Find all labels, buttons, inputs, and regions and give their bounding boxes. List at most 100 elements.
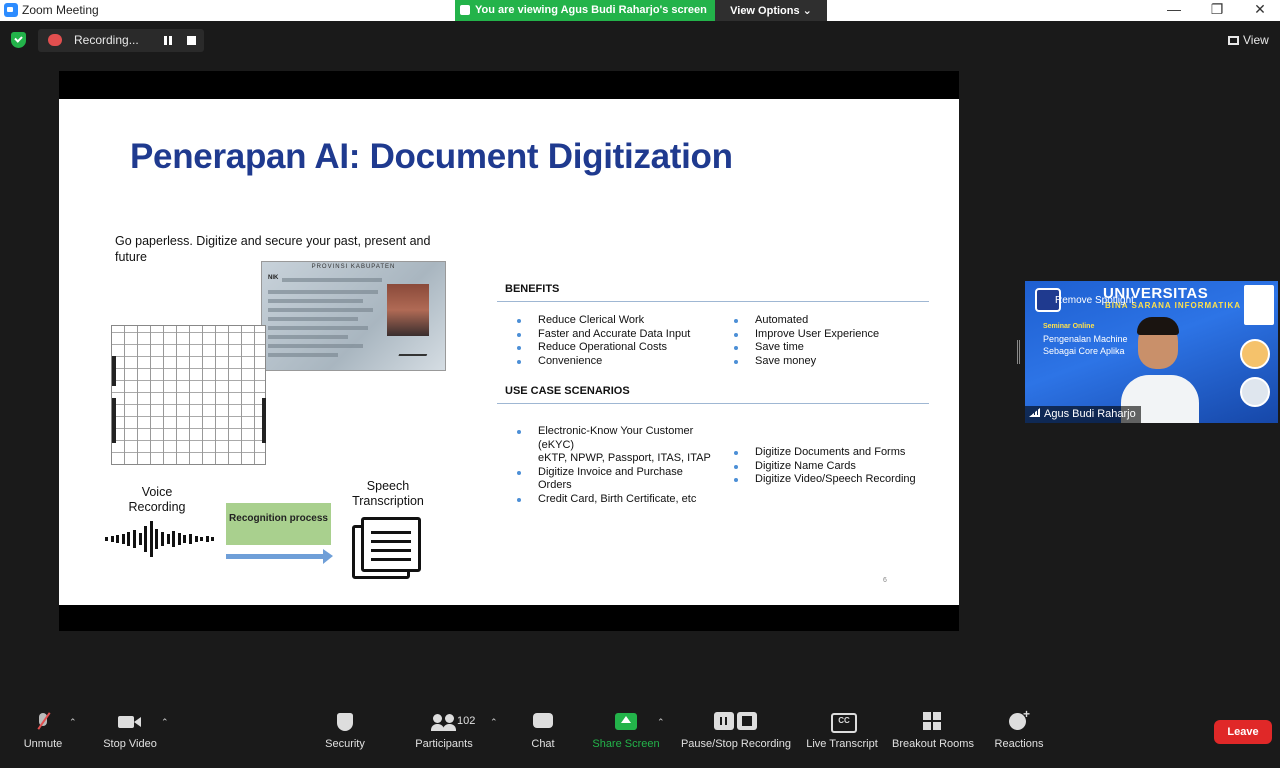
- benefits-list-left: Reduce Clerical Work Faster and Accurate …: [517, 314, 690, 368]
- id-card-line: [268, 353, 338, 357]
- remove-spotlight-button[interactable]: Remove Spotlight: [1055, 295, 1134, 306]
- audio-options-caret-icon[interactable]: ⌃: [69, 717, 77, 728]
- document-line: [371, 549, 411, 552]
- chat-button[interactable]: Chat: [522, 712, 564, 750]
- tile-resize-handle[interactable]: [1017, 340, 1020, 364]
- sound-wave-bar: [116, 535, 120, 543]
- reactions-button[interactable]: Reactions: [992, 707, 1046, 750]
- participants-options-caret-icon[interactable]: ⌃: [490, 717, 498, 728]
- presentation-slide: Penerapan AI: Document Digitization Go p…: [59, 99, 959, 605]
- viewing-screen-text: You are viewing Agus Budi Raharjo's scre…: [475, 4, 707, 16]
- id-card-line: [268, 344, 363, 348]
- person-hair: [1137, 317, 1179, 335]
- id-card-line: [268, 326, 368, 330]
- window-title: Zoom Meeting: [22, 3, 99, 17]
- slide-list-item: eKTP, NPWP, Passport, ITAS, ITAP: [538, 452, 711, 464]
- sound-wave-bar: [138, 533, 142, 545]
- share-screen-icon: [615, 712, 637, 732]
- sound-wave-bar: [133, 530, 136, 548]
- participants-label: Participants: [415, 738, 473, 750]
- id-card-image: PROVINSI KABUPATEN NIK: [261, 261, 446, 371]
- breakout-rooms-button[interactable]: Breakout Rooms: [890, 712, 976, 750]
- shield-icon: [337, 712, 353, 732]
- closed-caption-icon: [831, 712, 857, 733]
- slide-list-item: Save money: [734, 355, 879, 369]
- participant-video-tile[interactable]: UNIVERSITAS BINA SARANA INFORMATIKA Semi…: [1025, 281, 1278, 423]
- form-marker: [112, 398, 116, 443]
- handwritten-form-image: [111, 325, 266, 465]
- pause-stop-recording-label: Pause/Stop Recording: [680, 738, 792, 750]
- benefits-list-right: Automated Improve User Experience Save tim…: [734, 314, 879, 368]
- id-card-line: [268, 308, 373, 312]
- id-card-line: [268, 299, 363, 303]
- arrow-right-icon: [226, 549, 333, 564]
- unmute-label: Unmute: [23, 738, 63, 750]
- unmute-button[interactable]: Unmute: [18, 712, 68, 750]
- id-card-nik: NIK: [268, 275, 279, 281]
- slide-list-item: Orders: [538, 479, 572, 491]
- pause-icon: [714, 712, 734, 730]
- share-screen-button[interactable]: Share Screen: [590, 712, 662, 750]
- recording-label: Recording...: [74, 33, 139, 47]
- share-options-caret-icon[interactable]: ⌃: [657, 717, 665, 728]
- view-button[interactable]: View: [1228, 33, 1269, 47]
- pause-stop-recording-icon: [714, 712, 758, 732]
- leave-button[interactable]: Leave: [1214, 720, 1272, 744]
- slide-list-item: Electronic-Know Your Customer: [517, 425, 711, 439]
- id-card-line: [268, 290, 378, 294]
- id-card-line: [282, 278, 382, 282]
- video-camera-icon: [118, 712, 142, 732]
- close-icon[interactable]: ✕: [1250, 1, 1270, 18]
- benefits-heading: BENEFITS: [505, 283, 560, 295]
- pause-stop-recording-button[interactable]: Pause/Stop Recording: [677, 712, 795, 750]
- usecase-list-right: Digitize Documents and Forms Digitize Nam…: [734, 446, 916, 487]
- stop-recording-icon[interactable]: [187, 36, 196, 45]
- usecase-heading: USE CASE SCENARIOS: [505, 385, 630, 397]
- encryption-shield-icon[interactable]: [11, 32, 26, 48]
- stop-video-button[interactable]: Stop Video: [98, 712, 162, 750]
- sound-wave-bar: [144, 526, 148, 552]
- slide-title: Penerapan AI: Document Digitization: [130, 137, 733, 176]
- id-card-header: PROVINSI KABUPATEN: [311, 264, 396, 270]
- signal-strength-icon: [1029, 408, 1040, 417]
- sound-wave-bar: [194, 536, 198, 542]
- live-transcript-label: Live Transcript: [806, 738, 878, 750]
- slide-list-item: Automated: [734, 314, 879, 328]
- slide-list-item: Digitize Video/Speech Recording: [734, 473, 916, 487]
- chat-bubble-icon: [533, 712, 553, 732]
- sound-wave-bar: [149, 521, 153, 557]
- sound-wave-bar: [105, 537, 108, 541]
- zoom-app-icon: [4, 3, 18, 17]
- participants-icon: [431, 712, 457, 732]
- id-card-line: [268, 335, 348, 339]
- form-marker: [262, 398, 266, 443]
- document-line: [371, 540, 411, 543]
- slide-list-item: Digitize Invoice and Purchase: [517, 466, 711, 480]
- restore-icon[interactable]: ❐: [1207, 1, 1227, 18]
- minimize-icon[interactable]: —: [1164, 1, 1184, 17]
- sound-wave-bar: [161, 532, 164, 546]
- form-marker: [112, 356, 116, 386]
- sound-wave-bar: [205, 536, 209, 542]
- participant-count: 102: [457, 715, 476, 727]
- video-options-caret-icon[interactable]: ⌃: [161, 717, 169, 728]
- recording-indicator: Recording...: [38, 29, 204, 52]
- smiley-icon: [1008, 707, 1030, 732]
- recognition-process-box: Recognition process: [226, 503, 331, 545]
- document-front-page: [361, 517, 421, 572]
- view-options-button[interactable]: View Options ⌄: [715, 0, 827, 21]
- slide-list-item: Reduce Clerical Work: [517, 314, 690, 328]
- stop-video-label: Stop Video: [103, 738, 157, 750]
- slide-list-item: Faster and Accurate Data Input: [517, 328, 690, 342]
- id-card-signature: [398, 342, 432, 356]
- sound-wave-bar: [172, 531, 176, 547]
- speech-transcription-label: Speech Transcription: [352, 479, 424, 508]
- chat-label: Chat: [531, 738, 555, 750]
- pause-recording-icon[interactable]: [164, 36, 172, 45]
- voice-recording-label: Voice Recording: [128, 485, 186, 514]
- sound-wave-bar: [200, 537, 204, 541]
- reactions-label: Reactions: [994, 738, 1044, 750]
- live-transcript-button[interactable]: Live Transcript: [803, 712, 881, 750]
- microphone-muted-icon: [36, 712, 50, 732]
- security-button[interactable]: Security: [320, 712, 370, 750]
